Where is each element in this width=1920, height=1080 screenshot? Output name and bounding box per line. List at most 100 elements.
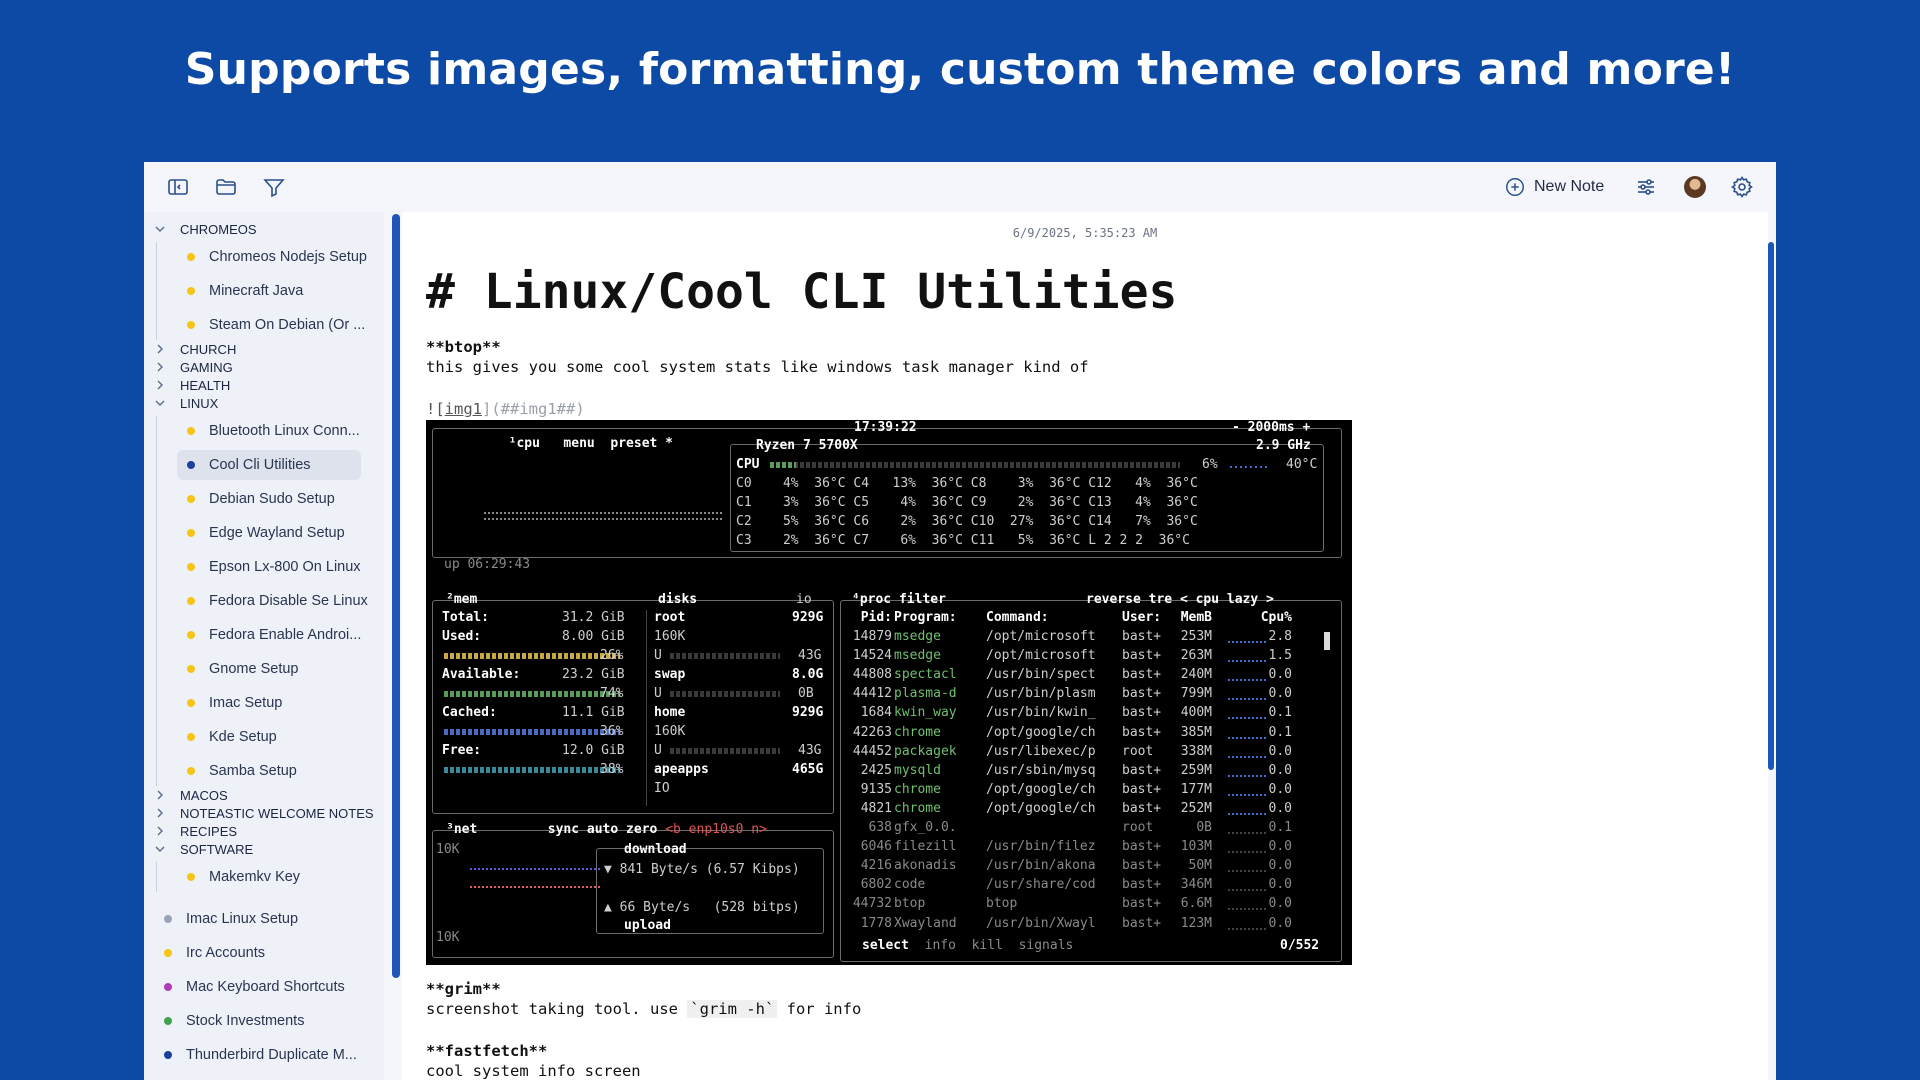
proc-column-header[interactable]: Pid: bbox=[852, 610, 892, 626]
sidebar-note-item[interactable]: Steam On Debian (Or ... bbox=[177, 310, 365, 340]
note-color-dot bbox=[187, 665, 195, 673]
sidebar-folder[interactable]: LINUX bbox=[154, 394, 218, 412]
sidebar-folder[interactable]: RECIPES bbox=[154, 822, 237, 840]
proc-cell: 44452 bbox=[852, 743, 892, 759]
gear-icon[interactable] bbox=[1730, 175, 1754, 199]
disk-bar bbox=[670, 748, 780, 754]
sidebar-note-item[interactable]: Minecraft Java bbox=[177, 276, 361, 306]
proc-column-header[interactable]: Program: bbox=[894, 610, 984, 626]
chevron-down-icon bbox=[154, 223, 166, 235]
sidebar-note-item[interactable]: Debian Sudo Setup bbox=[177, 484, 361, 514]
proc-cell: 103M bbox=[1180, 839, 1212, 855]
sidebar-note-item[interactable]: Chromeos Nodejs Setup bbox=[177, 242, 367, 272]
proc-select[interactable]: select bbox=[862, 938, 909, 953]
proc-kill[interactable]: kill bbox=[972, 938, 1003, 953]
sidebar-folder[interactable]: NOTEASTIC WELCOME NOTES bbox=[154, 804, 374, 822]
net-auto[interactable]: auto bbox=[587, 822, 618, 837]
mem-bar bbox=[444, 691, 620, 697]
sidebar-folder[interactable]: CHURCH bbox=[154, 340, 236, 358]
proc-column-header[interactable]: MemB bbox=[1172, 610, 1212, 626]
sidebar-note-item[interactable]: Epson Lx-800 On Linux bbox=[177, 552, 361, 582]
tab-cpu: ¹cpu bbox=[508, 436, 540, 451]
cpu-core-row: C1 3% 36°C C5 4% 36°C C9 2% 36°C C13 4% … bbox=[736, 495, 1198, 510]
cpu-core-row: C0 4% 36°C C4 13% 36°C C8 3% 36°C C12 4%… bbox=[736, 476, 1198, 491]
disk-name: root bbox=[654, 610, 686, 625]
note-color-dot bbox=[187, 427, 195, 435]
sidebar-note-item[interactable]: Edge Wayland Setup bbox=[177, 518, 361, 548]
sidebar-note-label: Irc Accounts bbox=[186, 945, 265, 961]
proc-cell: akonadis bbox=[894, 858, 957, 874]
sliders-icon[interactable] bbox=[1634, 175, 1658, 199]
proc-options: reverse tre < cpu lazy > bbox=[1086, 592, 1274, 608]
net-title: ³net bbox=[446, 822, 478, 837]
sidebar-folder-label: RECIPES bbox=[180, 823, 238, 839]
proc-cell: chrome bbox=[894, 781, 941, 797]
proc-reverse[interactable]: reverse bbox=[1086, 592, 1141, 607]
proc-filter[interactable]: filter bbox=[899, 592, 946, 607]
proc-cell: 4821 bbox=[860, 800, 892, 816]
disk-size: 8.0G bbox=[792, 667, 824, 682]
proc-cell: 44412 bbox=[852, 686, 892, 702]
grim-title: **grim** bbox=[426, 980, 501, 998]
sidebar-folder[interactable]: MACOS bbox=[154, 786, 228, 804]
sidebar-note-item[interactable]: Bluetooth Linux Conn... bbox=[177, 416, 361, 446]
disk-used-label: U bbox=[654, 686, 662, 701]
net-interface[interactable]: <b enp10s0 n> bbox=[665, 822, 767, 837]
note-color-dot bbox=[187, 873, 195, 881]
filter-icon[interactable] bbox=[262, 175, 286, 199]
proc-scrollbar[interactable] bbox=[1324, 632, 1330, 650]
sidebar-folder-label: HEALTH bbox=[180, 377, 231, 393]
new-note-button[interactable]: New Note bbox=[1504, 174, 1604, 200]
sidebar-note-item[interactable]: Imac Setup bbox=[177, 688, 361, 718]
note-color-dot bbox=[187, 495, 195, 503]
note-color-dot bbox=[187, 767, 195, 775]
note-editor[interactable]: 6/9/2025, 5:35:23 AM # Linux/Cool CLI Ut… bbox=[402, 212, 1768, 1080]
sidebar-note-item[interactable]: Makemkv Key bbox=[177, 862, 361, 892]
sidebar-note-label: Fedora Enable Androi... bbox=[209, 627, 362, 643]
proc-cell: 799M bbox=[1180, 686, 1212, 702]
sidebar-note-item[interactable]: Fedora Enable Androi... bbox=[177, 620, 361, 650]
proc-signals[interactable]: signals bbox=[1019, 938, 1074, 953]
proc-tree[interactable]: tre bbox=[1149, 592, 1172, 607]
sidebar-folder[interactable]: HEALTH bbox=[154, 376, 230, 394]
sidebar-note-item[interactable]: Kde Setup bbox=[177, 722, 361, 752]
sidebar-note-item[interactable]: Stock Investments bbox=[164, 1006, 304, 1036]
sidebar-note-label: Epson Lx-800 On Linux bbox=[209, 559, 361, 575]
proc-info[interactable]: info bbox=[925, 938, 956, 953]
sidebar-note-item[interactable]: Samba Setup bbox=[177, 756, 361, 786]
net-zero[interactable]: zero bbox=[626, 822, 657, 837]
proc-column-header[interactable]: Cpu% bbox=[1252, 610, 1292, 626]
cpu-model: Ryzen 7 5700X bbox=[756, 438, 858, 453]
avatar[interactable] bbox=[1684, 176, 1706, 198]
net-sync[interactable]: sync bbox=[548, 822, 579, 837]
sidebar-note-item[interactable]: Mac Keyboard Shortcuts bbox=[164, 972, 345, 1002]
net-download-label: download bbox=[624, 842, 687, 857]
sidebar-note-item[interactable]: Cool Cli Utilities bbox=[177, 450, 361, 480]
sidebar-folder[interactable]: SOFTWARE bbox=[154, 840, 253, 858]
sidebar-note-item[interactable]: Fedora Disable Se Linux bbox=[177, 586, 368, 616]
folder-icon[interactable] bbox=[214, 175, 238, 199]
disk-name: apeapps bbox=[654, 762, 709, 777]
sidebar-folder[interactable]: GAMING bbox=[154, 358, 233, 376]
proc-cell: 346M bbox=[1180, 877, 1212, 893]
proc-sort[interactable]: < cpu lazy > bbox=[1180, 592, 1274, 607]
sidebar-scrollbar[interactable] bbox=[392, 214, 400, 978]
disk-bar bbox=[670, 691, 780, 697]
proc-cell: 259M bbox=[1180, 762, 1212, 778]
proc-column-header[interactable]: Command: bbox=[986, 610, 1116, 626]
sidebar-note-item[interactable]: Irc Accounts bbox=[164, 938, 265, 968]
note-timestamp: 6/9/2025, 5:35:23 AM bbox=[1012, 226, 1158, 240]
sidebar-note-item[interactable]: Welcome To Noteastic 3.7 bbox=[164, 1074, 354, 1080]
cpu-frequency: 2.9 GHz bbox=[1256, 438, 1311, 453]
editor-scrollbar[interactable] bbox=[1768, 242, 1774, 770]
sidebar-note-item[interactable]: Gnome Setup bbox=[177, 654, 361, 684]
net-scale-top: 10K bbox=[436, 842, 460, 857]
sidebar-folder[interactable]: CHROMEOS bbox=[154, 220, 257, 238]
sidebar-note-item[interactable]: Thunderbird Duplicate M... bbox=[164, 1040, 357, 1070]
sidebar-note-item[interactable]: Imac Linux Setup bbox=[164, 904, 298, 934]
chevron-right-icon bbox=[154, 379, 166, 391]
toggle-sidebar-icon[interactable] bbox=[166, 175, 190, 199]
proc-cell: 4216 bbox=[860, 858, 892, 874]
image-ref-label[interactable]: img1 bbox=[445, 400, 482, 418]
proc-cell: packagek bbox=[894, 743, 957, 759]
